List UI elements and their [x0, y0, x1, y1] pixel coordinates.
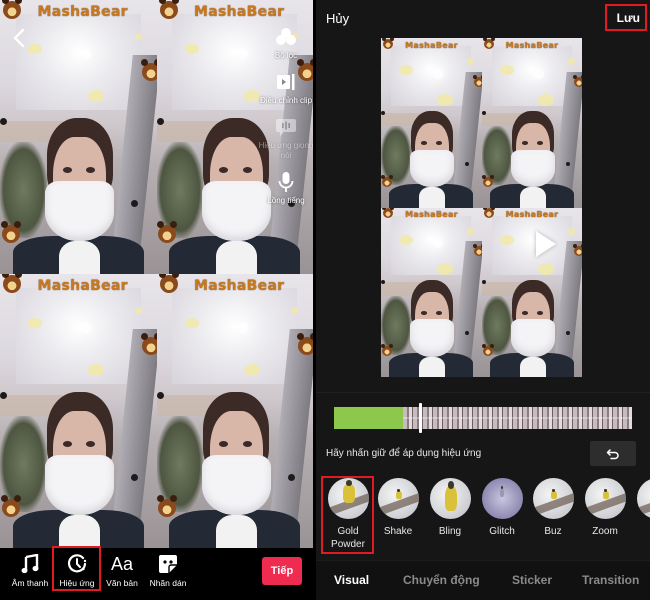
bear-sticker-icon [472, 74, 482, 87]
video-tile: MashaBear [156, 274, 313, 548]
effect-thumbnail [636, 478, 650, 519]
bear-sticker-icon [297, 333, 313, 356]
effect-bling[interactable]: Bling [425, 478, 475, 538]
effect-label: Shake [383, 526, 413, 537]
bear-sticker-icon [381, 344, 393, 357]
effect-category-tabs: Visual Chuyển động Sticker Transition [316, 560, 650, 600]
bear-sticker-icon [140, 59, 157, 82]
bear-sticker-icon [481, 344, 494, 357]
watermark-text: MashaBear [194, 4, 285, 21]
play-icon[interactable] [536, 231, 556, 257]
chevron-left-icon [13, 28, 25, 48]
filter-circles-icon [275, 26, 297, 48]
video-tile: MashaBear [481, 38, 582, 208]
tab-motion[interactable]: Chuyển động [403, 573, 480, 587]
bear-sticker-icon [482, 38, 495, 49]
watermark-text: MashaBear [194, 278, 285, 295]
hold-to-apply-hint: Hãy nhấn giữ để áp dụng hiệu ứng [326, 448, 482, 459]
bear-sticker-icon [382, 38, 394, 49]
effect-thumbnail [532, 478, 574, 519]
sticker-icon [158, 552, 178, 576]
effect-thumbnail [584, 478, 626, 519]
bottom-item-sound[interactable]: Âm thanh [5, 552, 55, 588]
microphone-icon [275, 171, 297, 193]
effect-timeline[interactable] [334, 407, 632, 429]
applied-effect-segment [334, 407, 403, 429]
video-preview-right[interactable]: MashaBear MashaBear MashaBear MashaBear [381, 38, 582, 377]
selected-effect-highlight-box [321, 476, 374, 554]
effect-label: Bling [438, 526, 462, 537]
screenshot-root: MashaBear MashaBear MashaBear MashaBear … [0, 0, 650, 600]
effects-highlight-box [52, 546, 101, 591]
watermark-text: MashaBear [505, 210, 559, 220]
undo-arrow-icon [606, 448, 619, 459]
watermark-text: MashaBear [37, 278, 128, 295]
effect-buz[interactable]: Buz [528, 478, 578, 538]
bear-sticker-icon [158, 274, 179, 294]
adjust-clip-icon [275, 71, 297, 93]
video-tile: MashaBear [481, 207, 582, 377]
effect-shake[interactable]: Shake [373, 478, 423, 538]
bear-sticker-icon [573, 74, 582, 87]
cancel-button[interactable]: Hủy [326, 11, 349, 26]
music-note-icon [21, 552, 39, 576]
effect-label: Zoom [592, 526, 618, 537]
undo-button[interactable] [590, 441, 636, 466]
tool-label: Hiệu ứng giọng nói [258, 141, 314, 160]
editor-tool-rail: Bộ lọc Điều chỉnh clip Hiệu ứng giọng nó… [259, 26, 313, 216]
bear-sticker-icon [573, 244, 582, 257]
tool-adjust-clip[interactable]: Điều chỉnh clip [256, 71, 316, 106]
bear-sticker-icon [0, 494, 21, 517]
bottom-item-label: Âm thanh [11, 578, 49, 588]
timeline-playhead[interactable] [419, 403, 422, 433]
watermark-text: MashaBear [405, 210, 458, 220]
effect-zoom[interactable]: Zoom [580, 478, 630, 538]
watermark-text: MashaBear [405, 40, 458, 50]
bear-sticker-icon [140, 333, 157, 356]
tool-voiceover[interactable]: Lồng tiếng [256, 171, 316, 206]
effect-illusion[interactable]: Illu [632, 478, 650, 538]
tab-transition[interactable]: Transition [582, 573, 639, 587]
effect-thumbnail [481, 478, 523, 519]
bottom-item-label: Nhãn dán [149, 578, 187, 588]
video-tile: MashaBear [381, 207, 482, 377]
effect-thumbnail [377, 478, 419, 519]
bear-sticker-icon [381, 174, 393, 187]
tab-sticker[interactable]: Sticker [512, 573, 552, 587]
tool-filter[interactable]: Bộ lọc [256, 26, 316, 61]
effects-header: Hủy Lưu [316, 0, 650, 36]
effect-glitch[interactable]: Glitch [477, 478, 527, 538]
save-highlight-box [605, 4, 647, 31]
bottom-item-label: Văn bản [106, 578, 138, 588]
back-button[interactable] [12, 28, 32, 50]
left-editor-panel: MashaBear MashaBear MashaBear MashaBear … [0, 0, 313, 600]
effect-thumbnail [429, 478, 471, 519]
watermark-text: MashaBear [37, 4, 128, 21]
watermark-text: MashaBear [505, 40, 559, 50]
bear-sticker-icon [157, 494, 178, 517]
section-divider [316, 392, 650, 393]
right-effects-panel: Hủy Lưu MashaBear MashaBear MashaBear Ma… [316, 0, 650, 600]
text-aa-icon: Aa [110, 553, 134, 574]
bear-sticker-icon [0, 220, 21, 243]
tool-label: Lồng tiếng [267, 196, 305, 205]
bear-sticker-icon [158, 0, 179, 20]
video-tile: MashaBear [0, 274, 157, 548]
video-tile: MashaBear [381, 38, 482, 208]
timeline-frames [403, 407, 632, 429]
bottom-item-sticker[interactable]: Nhãn dán [143, 552, 193, 588]
bear-sticker-icon [481, 174, 494, 187]
voice-effect-icon [275, 116, 297, 138]
bear-sticker-icon [482, 207, 495, 219]
tool-label: Bộ lọc [274, 51, 298, 60]
effect-label: Buz [544, 526, 562, 537]
effect-label: Glitch [489, 526, 515, 537]
bottom-item-text[interactable]: Aa Văn bản [97, 552, 147, 589]
tool-voice-effect[interactable]: Hiệu ứng giọng nói [256, 116, 316, 161]
tab-visual[interactable]: Visual [334, 573, 369, 587]
next-button[interactable]: Tiếp [262, 557, 302, 585]
bear-sticker-icon [157, 220, 178, 243]
tool-label: Điều chỉnh clip [259, 96, 313, 105]
